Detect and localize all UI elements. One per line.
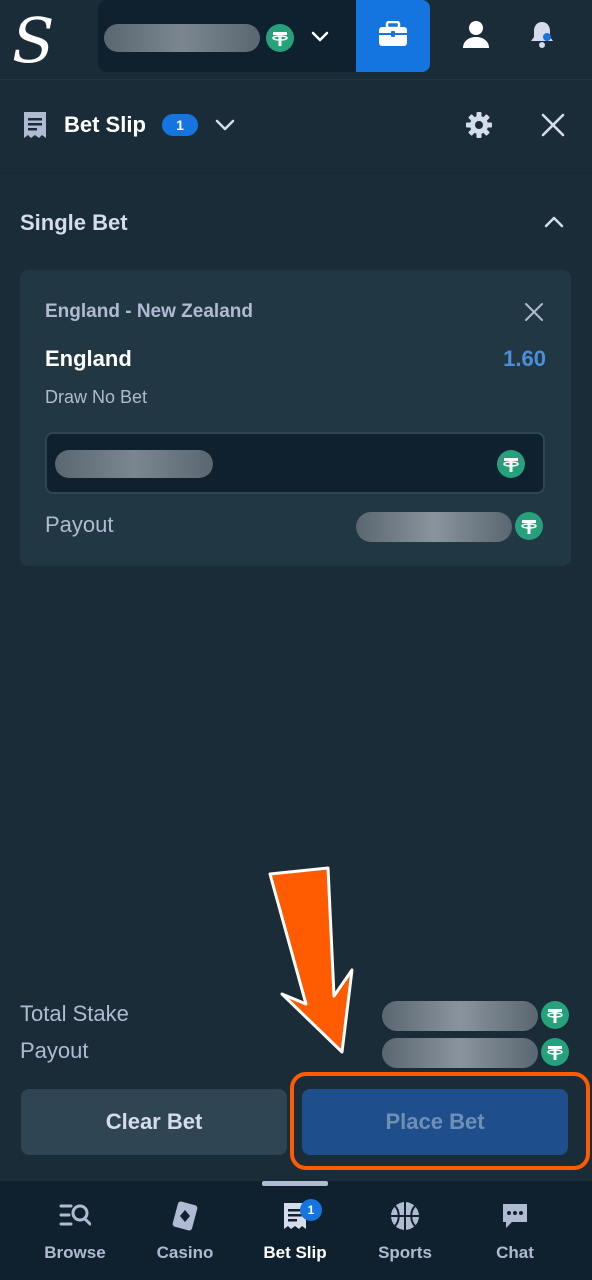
nav-casino-label: Casino — [156, 1243, 214, 1262]
user-icon — [461, 19, 491, 54]
wallet-balance-selector[interactable] — [98, 0, 356, 72]
close-icon — [524, 302, 544, 327]
betslip-count-badge: 1 — [162, 114, 198, 136]
header-divider — [0, 172, 592, 174]
browse-icon — [58, 1199, 92, 1233]
nav-betslip[interactable]: 1 Bet Slip — [245, 1199, 345, 1271]
total-stake-row: Total Stake — [20, 1001, 572, 1031]
bet-selection: England — [45, 346, 132, 371]
remove-bet-button[interactable] — [520, 300, 548, 328]
tether-coin-icon — [515, 512, 543, 545]
tether-coin-icon — [541, 1001, 569, 1034]
chat-icon — [498, 1199, 532, 1233]
tether-coin-icon — [497, 450, 525, 483]
betslip-dropdown-chevron-icon[interactable] — [212, 112, 238, 143]
wallet-button[interactable] — [356, 0, 430, 72]
event-name-link[interactable]: England - New Zealand — [45, 301, 253, 323]
total-payout-label: Payout — [20, 1038, 89, 1063]
betslip-close-button[interactable] — [534, 108, 572, 146]
nav-browse-label: Browse — [44, 1243, 106, 1262]
total-stake-value-blurred — [382, 1001, 538, 1031]
nav-chat[interactable]: Chat — [465, 1199, 565, 1271]
stake-value-blurred — [55, 450, 213, 478]
betslip-header: Bet Slip 1 — [0, 82, 592, 172]
wallet-icon — [378, 20, 408, 52]
total-payout-row: Payout — [20, 1038, 572, 1068]
total-stake-label: Total Stake — [20, 1001, 129, 1026]
svg-text:S: S — [12, 6, 54, 70]
tether-coin-icon — [266, 24, 294, 57]
balance-value-blurred — [104, 24, 260, 52]
nav-browse[interactable]: Browse — [25, 1199, 125, 1271]
nav-sports[interactable]: Sports — [355, 1199, 455, 1271]
total-payout-value-blurred — [382, 1038, 538, 1068]
nav-sports-label: Sports — [378, 1243, 432, 1262]
bet-payout-label: Payout — [45, 512, 114, 537]
casino-cards-icon — [168, 1199, 202, 1233]
chevron-down-icon — [310, 26, 330, 51]
nav-chat-label: Chat — [496, 1243, 534, 1262]
bell-icon — [527, 19, 557, 54]
basketball-icon — [388, 1199, 422, 1233]
bet-card: England - New Zealand England 1.60 Draw … — [20, 270, 571, 566]
clear-bet-button[interactable]: Clear Bet — [21, 1089, 287, 1155]
notifications-button[interactable] — [518, 14, 566, 58]
stake-logo[interactable]: S — [10, 4, 58, 77]
top-bar: S — [0, 0, 592, 80]
betslip-title: Bet Slip — [64, 112, 146, 137]
bottom-navigation: Browse Casino 1 Bet Slip Sports Chat — [0, 1180, 592, 1280]
betslip-icon — [20, 110, 50, 145]
chevron-up-icon — [542, 210, 566, 239]
profile-button[interactable] — [452, 14, 500, 58]
gear-icon — [464, 110, 494, 145]
nav-casino[interactable]: Casino — [135, 1199, 235, 1271]
section-title: Single Bet — [20, 210, 128, 235]
bet-payout-value-blurred — [356, 512, 512, 542]
close-icon — [540, 112, 566, 143]
bet-market: Draw No Bet — [45, 387, 148, 407]
tether-coin-icon — [541, 1038, 569, 1071]
betslip-settings-button[interactable] — [460, 108, 498, 146]
nav-betslip-label: Bet Slip — [263, 1243, 327, 1262]
active-tab-indicator — [262, 1181, 328, 1186]
nav-betslip-badge: 1 — [300, 1199, 322, 1221]
section-collapse-toggle[interactable] — [538, 208, 570, 240]
annotation-highlight-box — [290, 1072, 590, 1170]
stake-input[interactable] — [45, 432, 545, 494]
bet-odds: 1.60 — [503, 346, 546, 371]
